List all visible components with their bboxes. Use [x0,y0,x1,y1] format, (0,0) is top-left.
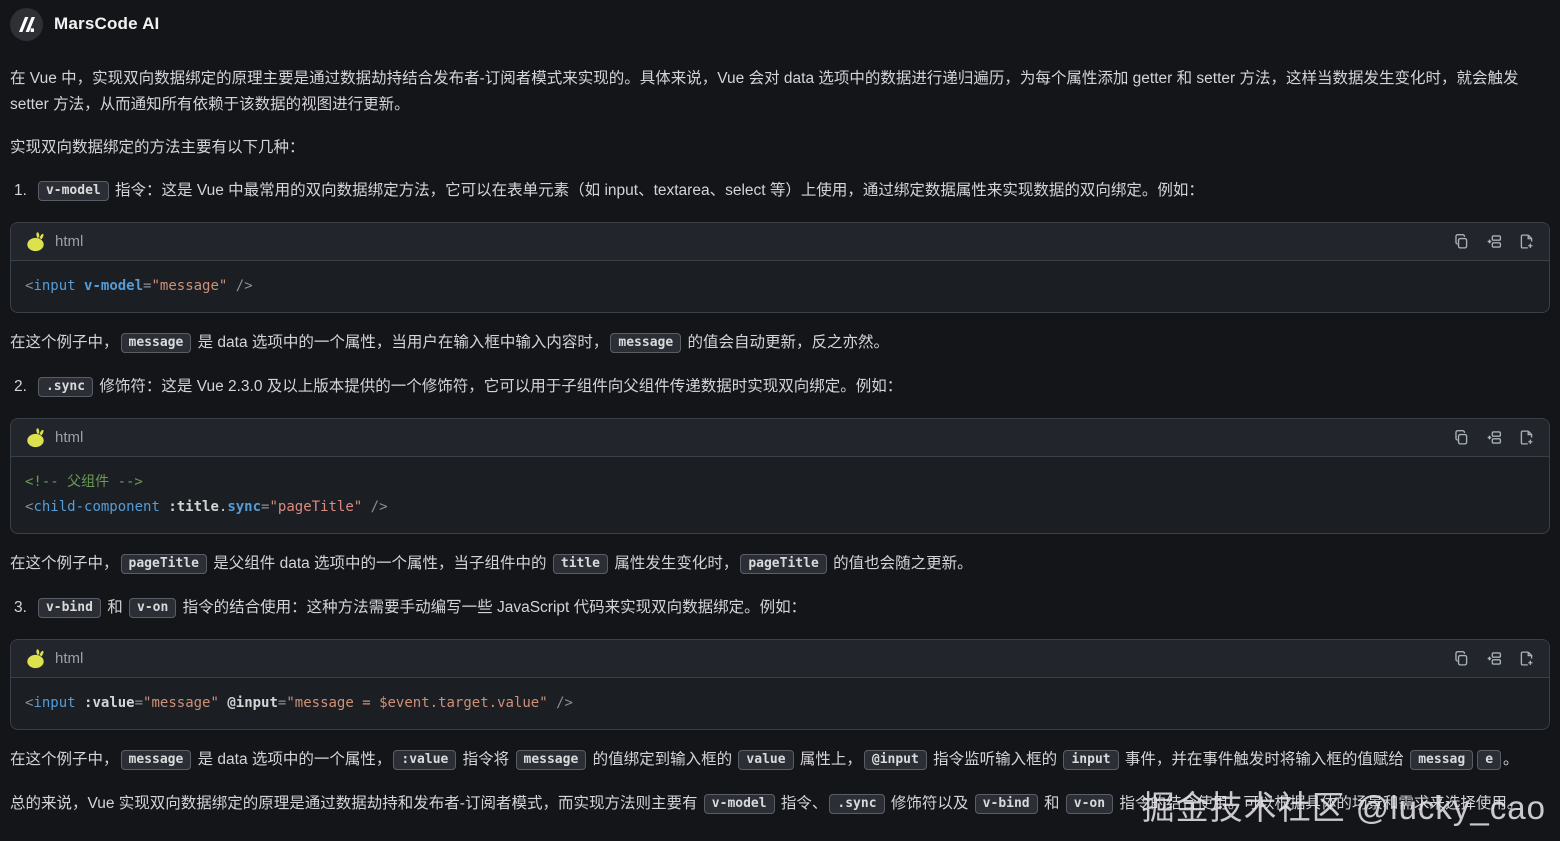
code-content: <!-- 父组件 --><child-component :title.sync… [11,457,1549,533]
inline-code-badge: v-model [38,181,109,201]
inline-code-badge: message [610,333,681,353]
copy-code-button[interactable] [1453,233,1470,250]
add-to-new-file-button[interactable] [1518,429,1535,446]
inline-code-badge: v-on [1066,794,1113,814]
bunny-icon [25,232,46,252]
add-to-new-file-button[interactable] [1518,233,1535,250]
inline-code-badge: value [738,750,793,770]
paragraph-methods-intro: 实现双向数据绑定的方法主要有以下几种： [10,135,1550,161]
inline-code-badge: .sync [829,794,884,814]
inline-code-badge: message [121,750,192,770]
code-content: <input v-model="message" /> [11,261,1549,312]
assistant-name: MarsCode AI [54,14,159,34]
inline-code-badge: @input [864,750,927,770]
inline-code-badge: v-bind [975,794,1038,814]
copy-code-button[interactable] [1453,429,1470,446]
paragraph-sync-explain: 在这个例子中，pageTitle 是父组件 data 选项中的一个属性，当子组件… [10,551,1550,578]
inline-code-badge: messag [1410,750,1473,770]
code-block-v-model: html <input v-model="message" /> [10,222,1550,313]
inline-code-badge: message [516,750,587,770]
copy-code-button[interactable] [1453,650,1470,667]
inline-code-badge: :value [393,750,456,770]
inline-code-badge: e [1477,750,1501,770]
code-block-sync: html <!-- 父组件 --><child-component :title… [10,418,1550,534]
inline-code-badge: v-model [704,794,775,814]
code-block-header: html [11,223,1549,261]
code-block-v-bind-v-on: html <input :value="message" @input="mes… [10,639,1550,730]
inline-code-badge: message [121,333,192,353]
code-language-label: html [55,429,83,446]
paragraph-summary: 总的来说，Vue 实现双向数据绑定的原理是通过数据劫持和发布者-订阅者模式，而实… [10,791,1550,818]
list-item-text: v-model 指令：这是 Vue 中最常用的双向数据绑定方法，它可以在表单元素… [36,182,1204,199]
code-block-header: html [11,640,1549,678]
list-item-text: .sync 修饰符：这是 Vue 2.3.0 及以上版本提供的一个修饰符，它可以… [36,378,902,395]
list-item-sync: 2. .sync 修饰符：这是 Vue 2.3.0 及以上版本提供的一个修饰符，它… [10,374,1550,401]
inline-code-badge: pageTitle [121,554,207,574]
inline-code-badge: title [553,554,608,574]
bunny-icon [25,428,46,448]
chat-response: MarsCode AI 在 Vue 中，实现双向数据绑定的原理主要是通过数据劫持… [0,0,1560,818]
inline-code-badge: .sync [38,377,93,397]
insert-code-button[interactable] [1485,650,1503,667]
inline-code-badge: v-bind [38,598,101,618]
list-item-v-model: 1. v-model 指令：这是 Vue 中最常用的双向数据绑定方法，它可以在表单… [10,178,1550,205]
insert-code-button[interactable] [1485,233,1503,250]
code-actions [1453,429,1535,446]
code-language-label: html [55,233,83,250]
list-item-v-bind-v-on: 3. v-bind 和 v-on 指令的结合使用：这种方法需要手动编写一些 Jav… [10,595,1550,622]
marscode-logo-icon [10,8,43,41]
inline-code-badge: v-on [129,598,176,618]
assistant-header: MarsCode AI [10,6,1550,42]
code-actions [1453,650,1535,667]
code-content: <input :value="message" @input="message … [11,678,1549,729]
code-block-header: html [11,419,1549,457]
paragraph-v-bind-v-on-explain: 在这个例子中，message 是 data 选项中的一个属性，:value 指令… [10,747,1550,774]
paragraph-intro: 在 Vue 中，实现双向数据绑定的原理主要是通过数据劫持结合发布者-订阅者模式来… [10,66,1550,118]
paragraph-v-model-explain: 在这个例子中，message 是 data 选项中的一个属性，当用户在输入框中输… [10,330,1550,357]
inline-code-badge: pageTitle [740,554,826,574]
list-marker: 1. [14,182,27,199]
list-marker: 3. [14,599,27,616]
add-to-new-file-button[interactable] [1518,650,1535,667]
code-actions [1453,233,1535,250]
bunny-icon [25,649,46,669]
code-language-label: html [55,650,83,667]
inline-code-badge: input [1063,750,1118,770]
list-marker: 2. [14,378,27,395]
insert-code-button[interactable] [1485,429,1503,446]
list-item-text: v-bind 和 v-on 指令的结合使用：这种方法需要手动编写一些 JavaS… [36,599,806,616]
